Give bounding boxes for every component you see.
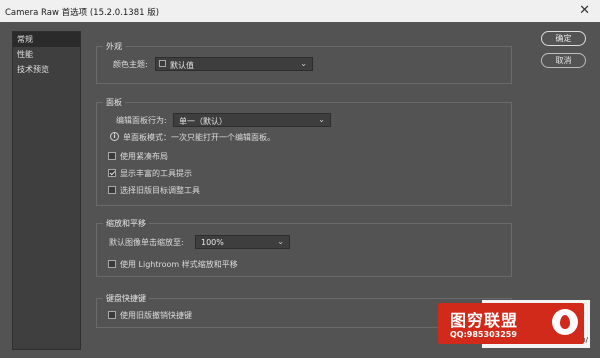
legacy-target-tool-label: 选择旧版目标调整工具 [120,186,200,195]
preferences-sidebar: 常规 性能 技术预览 [12,31,81,350]
chevron-down-icon: ⌄ [300,59,307,68]
panel-behavior-value: 单一（默认） [179,117,227,126]
default-zoom-value: 100% [201,238,224,247]
panel-header: 面板 [103,97,125,108]
cancel-button[interactable]: 取消 [541,53,586,68]
watermark-brand: 图穷联盟 [450,311,519,330]
chevron-down-icon: ⌄ [318,115,325,124]
flame-logo-icon [552,309,578,335]
lightroom-zoom-label: 使用 Lightroom 样式缩放和平移 [120,260,238,269]
chevron-down-icon: ⌄ [277,237,284,246]
legacy-target-tool-checkbox[interactable] [108,186,116,194]
zoom-section: 缩放和平移 默认图像单击缩放至: 100% ⌄ 使用 Lightroom 样式缩… [96,218,512,277]
theme-label: 颜色主题: [113,60,148,69]
panel-behavior-dropdown[interactable]: 单一（默认） ⌄ [173,113,331,127]
panel-section: 面板 编辑面板行为: 单一（默认） ⌄ i 单面板模式：一次只能打开一个编辑面板… [96,97,512,206]
close-icon[interactable]: ✕ [579,3,590,18]
info-icon: i [110,132,119,141]
sidebar-item-label: 性能 [17,50,33,59]
zoom-header: 缩放和平移 [103,218,149,229]
sidebar-item-label: 常规 [17,35,33,44]
rich-tooltips-checkbox[interactable] [108,169,116,177]
default-zoom-label: 默认图像单击缩放至: [109,238,184,247]
lightroom-zoom-checkbox[interactable] [108,260,116,268]
panel-behavior-label: 编辑面板行为: [116,116,167,125]
legacy-undo-label: 使用旧版撤销快捷键 [120,311,192,320]
compact-layout-checkbox[interactable] [108,152,116,160]
panel-info-text: 单面板模式：一次只能打开一个编辑面板。 [123,133,275,142]
appearance-section: 外观 颜色主题: 默认值 ⌄ [96,41,512,84]
rich-tooltips-label: 显示丰富的工具提示 [120,169,192,178]
swatch-icon [159,60,166,67]
theme-value: 默认值 [170,61,194,70]
window-titlebar: Camera Raw 首选项 (15.2.0.1381 版) ✕ [0,0,600,22]
default-zoom-dropdown[interactable]: 100% ⌄ [195,235,290,249]
sidebar-item-general[interactable]: 常规 [13,32,80,47]
appearance-header: 外观 [103,41,125,52]
watermark-qq: QQ:985303259 [450,330,517,339]
watermark-badge: 图穷联盟 QQ:985303259 [438,303,584,344]
legacy-undo-checkbox[interactable] [108,311,116,319]
window-title: Camera Raw 首选项 (15.2.0.1381 版) [5,8,160,18]
theme-dropdown[interactable]: 默认值 ⌄ [155,57,313,71]
sidebar-item-tech-preview[interactable]: 技术预览 [13,62,80,77]
compact-layout-label: 使用紧凑布局 [120,152,168,161]
sidebar-item-label: 技术预览 [17,65,49,74]
sidebar-item-performance[interactable]: 性能 [13,47,80,62]
shortcuts-header: 键盘快捷键 [103,293,149,304]
ok-button[interactable]: 确定 [541,31,586,46]
